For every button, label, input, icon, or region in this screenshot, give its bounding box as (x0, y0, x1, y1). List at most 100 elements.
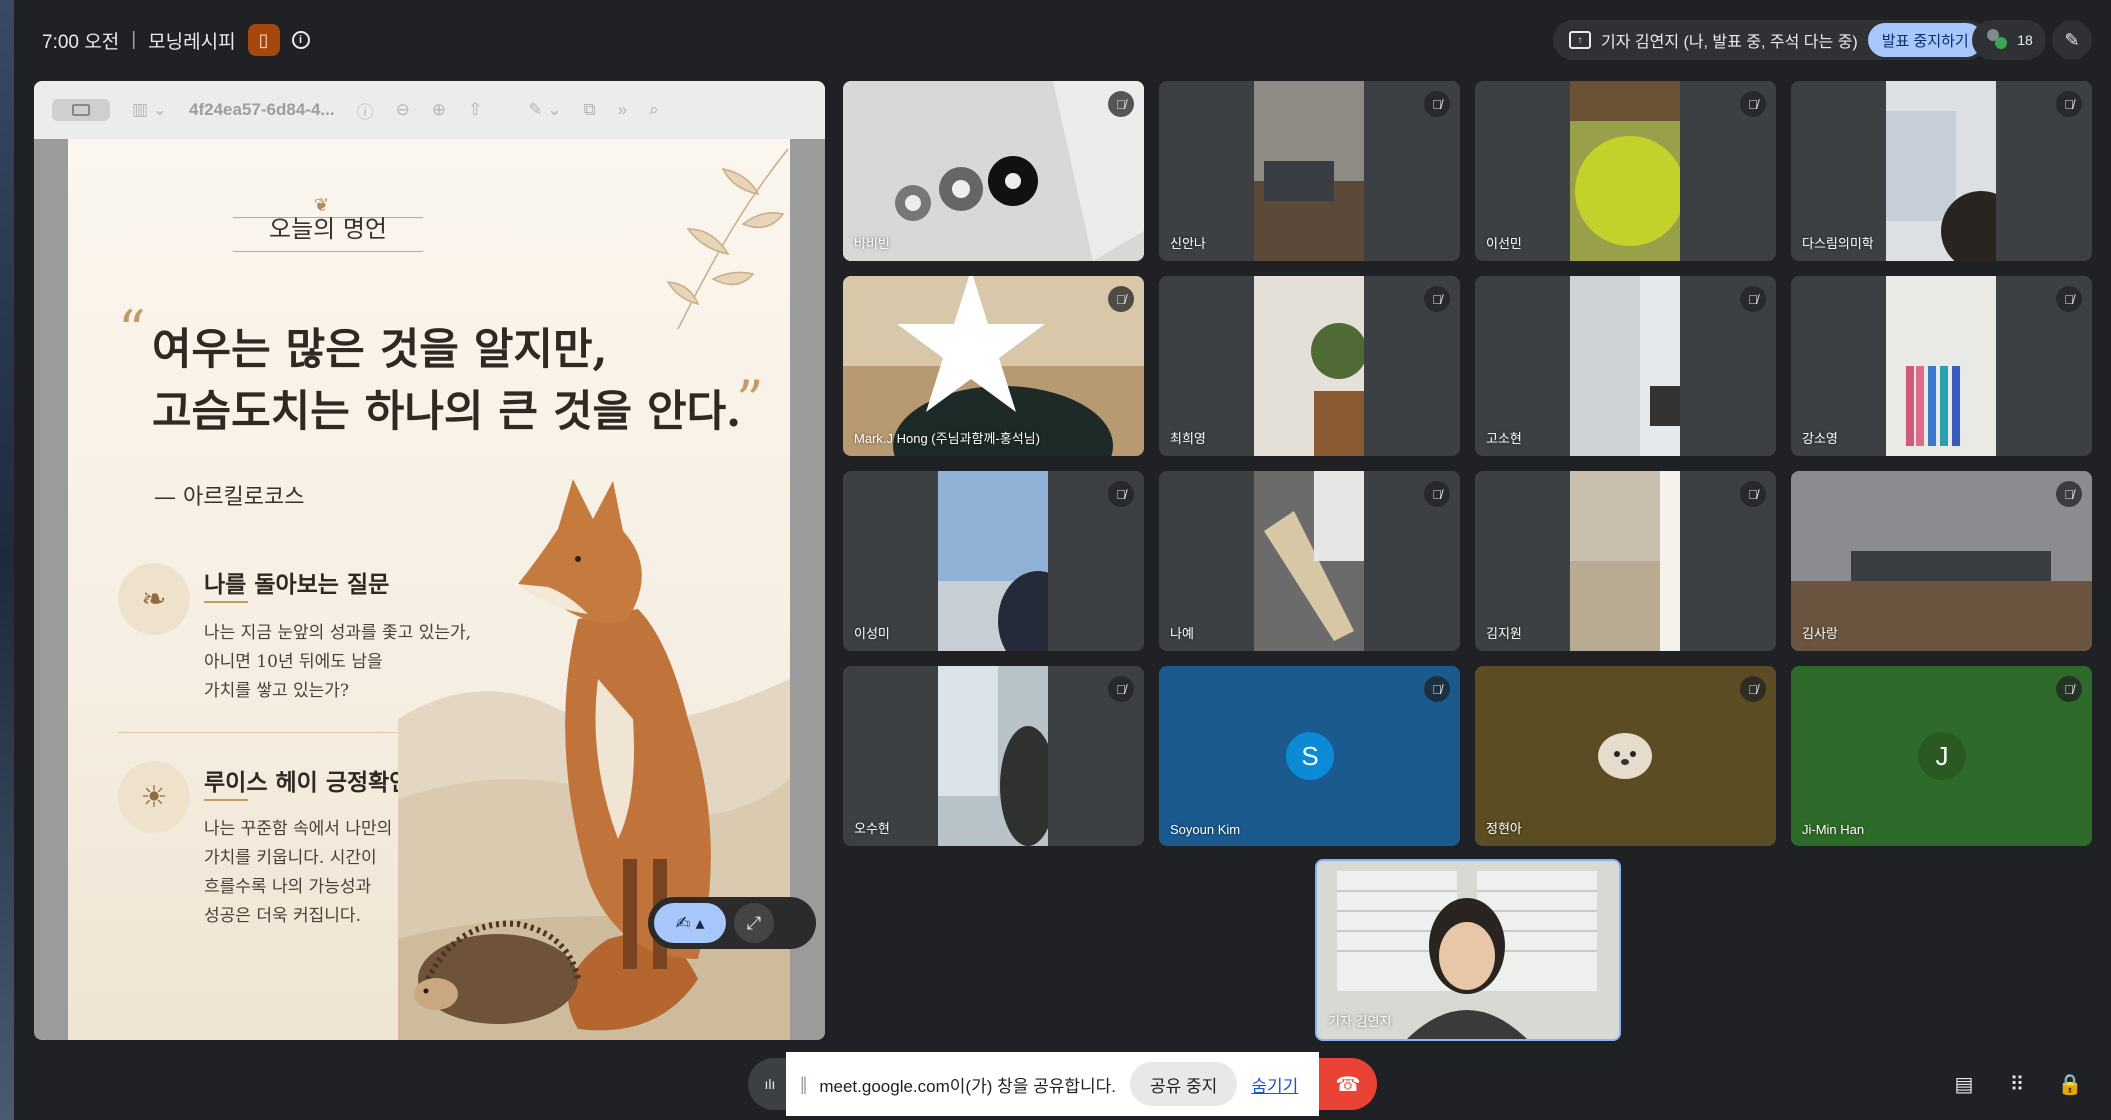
participant-tile[interactable]: 🎙̸ 다스림의미학 (1791, 81, 2092, 261)
participant-video (1886, 81, 1996, 261)
participant-name: 나예 (1170, 626, 1194, 641)
file-title: 4f24ea57-6d84-4... (189, 100, 335, 119)
info-icon[interactable]: ⓘ (357, 98, 374, 123)
leaf-icon: ❧ (118, 563, 190, 635)
annotation-floating-controls: ✍ ▴ ⤢ (648, 897, 816, 949)
stop-sharing-button[interactable]: 공유 중지 (1130, 1062, 1238, 1106)
hangup-icon[interactable]: ☎ (1319, 1058, 1377, 1110)
mic-off-icon: 🎙̸ (1108, 286, 1134, 312)
participant-tile[interactable]: 🎙̸ 이성미 (843, 471, 1144, 651)
participant-name: 이선민 (1486, 236, 1522, 251)
clock: 7:00 오전 (42, 31, 120, 53)
participant-tile[interactable]: 🎙̸ 고소현 (1475, 276, 1776, 456)
section-divider (118, 732, 438, 733)
participant-video (1254, 471, 1364, 651)
mic-off-icon: 🎙̸ (1424, 286, 1450, 312)
presenting-label: 기자 김연지 (나, 발표 중, 주석 다는 중) (1601, 34, 1858, 51)
participant-name: Ji-Min Han (1802, 822, 1865, 837)
view-menu-icon[interactable]: ▥ ⌄ (132, 100, 167, 120)
participant-tile[interactable]: 🎙̸ 신안나 (1159, 81, 1460, 261)
separator: | (131, 29, 137, 50)
participant-name: 최희영 (1170, 431, 1206, 446)
participant-tile[interactable]: 🎙̸ 강소영 (1791, 276, 2092, 456)
open-quote-mark: “ (118, 299, 146, 362)
participant-tile[interactable]: 🎙̸ 최희영 (1159, 276, 1460, 456)
info-icon[interactable]: i (291, 31, 310, 49)
participant-name: Mark.J Hong (주님과함께-홍석님) (854, 431, 1040, 446)
share-icon[interactable]: ⇧ (468, 100, 482, 120)
participant-name: 신안나 (1170, 236, 1206, 251)
avatar: S (1286, 732, 1334, 780)
sunrise-icon: ☀ (118, 761, 190, 833)
participant-tile[interactable]: 🎙̸ Mark.J Hong (주님과함께-홍석님) (843, 276, 1144, 456)
participant-name: Soyoun Kim (1170, 822, 1241, 837)
sidebar-toggle-icon[interactable] (52, 99, 110, 121)
mic-off-icon: 🎙̸ (1108, 481, 1134, 507)
participant-tile[interactable]: 🎙̸ 바비빈 (843, 81, 1144, 261)
self-view-tile[interactable]: 기자 김연지 (1315, 859, 1621, 1041)
stop-presenting-button[interactable]: 발표 중지하기 (1867, 23, 1983, 57)
participant-tile[interactable]: J 🎙̸ Ji-Min Han (1791, 666, 2092, 846)
participant-name: 오수현 (854, 821, 890, 836)
mic-off-icon: 🎙̸ (1108, 676, 1134, 702)
section1-underline (204, 601, 248, 603)
quote-author: — 아르킬로코스 (154, 485, 305, 510)
participant-tile[interactable]: 🎙̸ 오수현 (843, 666, 1144, 846)
zoom-in-icon[interactable]: ⊕ (432, 100, 446, 120)
participant-tile[interactable]: S 🎙̸ Soyoun Kim (1159, 666, 1460, 846)
participant-tile[interactable]: 🎙̸ 김지원 (1475, 471, 1776, 651)
door-icon[interactable]: ▯ (247, 24, 280, 56)
participant-video (938, 471, 1048, 651)
lock-icon[interactable]: 🔒 (2056, 1070, 2084, 1098)
section2-title: 루이스 헤이 긍정확언 (204, 770, 411, 796)
rotate-icon[interactable]: ⧉ (584, 100, 596, 120)
mic-off-icon: 🎙̸ (1740, 676, 1766, 702)
meet-window: 7:00 오전 | 모닝레시피 ▯ i ↑ 기자 김연지 (나, 발표 중, 주… (0, 0, 2111, 1120)
viewer-toolbar: ▥ ⌄ 4f24ea57-6d84-4... ⓘ ⊖ ⊕ ⇧ ✎ ⌄ ⧉ » ⌕ (34, 81, 825, 139)
chat-icon[interactable]: ▤ (1950, 1070, 1978, 1098)
participant-name: 바비빈 (854, 236, 890, 251)
slide-heading: 오늘의 명언 (268, 215, 388, 243)
zoom-out-icon[interactable]: ⊖ (396, 100, 410, 120)
participant-video (1886, 276, 1996, 456)
avatar: J (1918, 732, 1966, 780)
people-icon (1985, 29, 2009, 51)
expand-icon[interactable]: ⤢ (734, 903, 774, 943)
meeting-info: 7:00 오전 | 모닝레시피 ▯ i (42, 24, 310, 56)
participant-video (1570, 276, 1680, 456)
participant-video (1570, 81, 1680, 261)
participant-name: 김지원 (1486, 626, 1522, 641)
drag-handle-icon[interactable]: || (800, 1074, 808, 1095)
participant-video (1254, 81, 1364, 261)
annotate-tool-button[interactable]: ✍ ▴ (654, 903, 726, 943)
markup-icon[interactable]: ✎ ⌄ (528, 100, 561, 120)
share-message: meet.google.com이(가) 창을 공유합니다. (819, 1076, 1117, 1096)
section2-underline (204, 799, 248, 801)
mic-off-icon: 🎙̸ (1424, 481, 1450, 507)
apps-icon[interactable]: ⠿ (2003, 1070, 2031, 1098)
present-screen-icon: ↑ (1569, 31, 1591, 49)
mic-off-icon: 🎙̸ (1740, 91, 1766, 117)
mic-off-icon: 🎙̸ (1108, 91, 1134, 117)
quote-line-1: 여우는 많은 것을 알지만, (152, 325, 608, 375)
mic-off-icon: 🎙̸ (1740, 286, 1766, 312)
desktop-edge (0, 0, 14, 1120)
participant-tile[interactable]: 🎙̸ 나예 (1159, 471, 1460, 651)
hide-link[interactable]: 숨기기 (1251, 1072, 1298, 1097)
presenting-status[interactable]: ↑ 기자 김연지 (나, 발표 중, 주석 다는 중) 발표 중지하기 (1553, 20, 1987, 60)
mic-off-icon: 🎙̸ (1424, 676, 1450, 702)
avatar (1598, 733, 1652, 779)
search-icon[interactable]: ⌕ (649, 100, 659, 120)
mic-off-icon: 🎙̸ (2056, 286, 2082, 312)
more-icon[interactable]: » (618, 100, 627, 120)
participant-video (938, 666, 1048, 846)
participant-tile[interactable]: 🎙̸ 정현아 (1475, 666, 1776, 846)
participant-tile[interactable]: 🎙̸ 김사랑 (1791, 471, 2092, 651)
pencil-icon[interactable]: ✎ (2052, 20, 2092, 60)
participant-name: 김사랑 (1802, 626, 1838, 641)
participants-button[interactable]: 18 (1972, 20, 2046, 60)
mic-off-icon: 🎙̸ (2056, 481, 2082, 507)
top-bar: 7:00 오전 | 모닝레시피 ▯ i ↑ 기자 김연지 (나, 발표 중, 주… (0, 0, 2111, 80)
participant-tile[interactable]: 🎙̸ 이선민 (1475, 81, 1776, 261)
participant-name: 이성미 (854, 626, 890, 641)
